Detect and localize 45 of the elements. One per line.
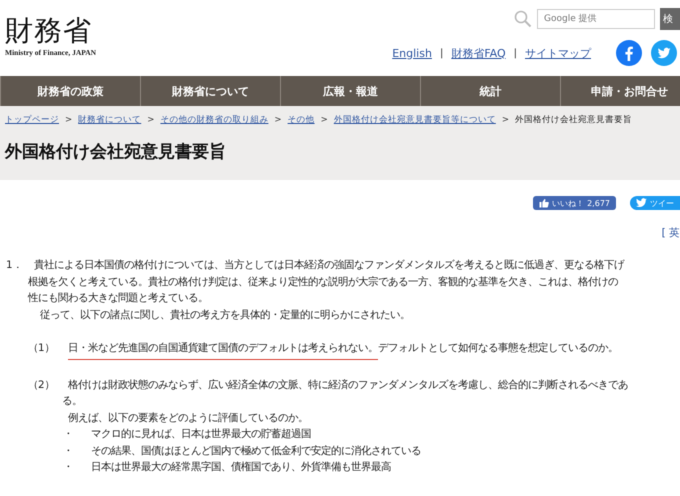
breadcrumb-link[interactable]: トップページ [5,114,59,126]
twitter-icon[interactable] [651,40,677,66]
paragraph-line: 例えば、以下の要素をどのように評価しているのか。 [68,410,308,426]
header-link[interactable]: 財務省FAQ [451,46,506,60]
breadcrumb-separator: > [274,115,282,125]
breadcrumb-separator: > [320,115,328,125]
search-icon[interactable] [514,10,532,28]
paragraph-text: 日・米など先進国の自国通貨建て国債のデフォルトは考えられない。 [68,340,378,360]
facebook-icon[interactable] [616,40,642,66]
breadcrumb-separator: > [147,115,154,125]
breadcrumb-link[interactable]: 外国格付け会社宛意見書要旨等について [334,114,496,126]
thumbs-up-icon[interactable] [539,198,550,208]
breadcrumb-separator: > [65,115,72,125]
bullet-mark: ・ [63,460,74,475]
search-button[interactable]: 検 [660,8,680,30]
paragraph-text: 格付けは財政状態のみならず、広い経済全体の文脈、特に経済のファンダメンタルズを考慮し、総合的に判断されるべきであ [68,378,628,392]
paragraph-line: 貴社による日本国債の格付けについては、当方としては日本経済の強固なファンダメンタルズを考えると既に低過ぎ、更なる格下げ [34,258,624,273]
bullet-mark: ・ [63,444,74,458]
paragraph-text: デフォルトとして如何なる事態を想定しているのか。 [378,341,618,356]
list-item-text: マクロ的に見れば、日本は世界最大の貯蓄超過国 [91,427,311,442]
paragraph-line: 性にも関わる大きな問題と考えている。 [28,291,208,306]
breadcrumb-link[interactable]: その他 [288,114,315,126]
link-separator: | [440,48,444,58]
breadcrumb-current: 外国格付け会社宛意見書要旨 [515,114,632,126]
page-title: 外国格付け会社宛意見書要旨 [5,141,227,163]
breadcrumb-link[interactable]: 財務省について [78,114,142,126]
paragraph-line: る。 [62,394,82,409]
link-separator: | [514,48,517,58]
header-link[interactable]: English [392,46,432,60]
like-button[interactable]: いいね！ 2,677 [533,196,616,210]
list-item-text: 日本は世界最大の経常黒字国、債権国であり、外貨準備も世界最高 [91,460,391,475]
search-field[interactable]: Google 提供 [537,9,655,29]
item-number: （1） [28,341,56,356]
breadcrumb-separator: > [502,115,510,125]
list-item-text: その結果、国債はほとんど国内で極めて低金利で安定的に消化されている [91,444,421,458]
header-link[interactable]: サイトマップ [525,46,591,60]
site-logo-text[interactable]: 財務省 [5,16,96,48]
language-link[interactable]: [ 英 [662,226,680,240]
item-number: 1． [6,258,24,273]
bullet-mark: ・ [63,427,74,442]
item-number: （2） [28,378,56,392]
breadcrumb-link[interactable]: その他の財務省の取り組み [160,114,268,126]
paragraph-line: 根拠を欠くと考えている。貴社の格付け判定は、従来より定性的な説明が大宗である一方、客観的な基準を欠き、これは、格付けの [28,274,618,290]
paragraph-line: 従って、以下の諸点に関し、貴社の考え方を具体的・定量的に明らかにされたい。 [40,308,410,322]
bird-icon[interactable] [636,198,647,208]
